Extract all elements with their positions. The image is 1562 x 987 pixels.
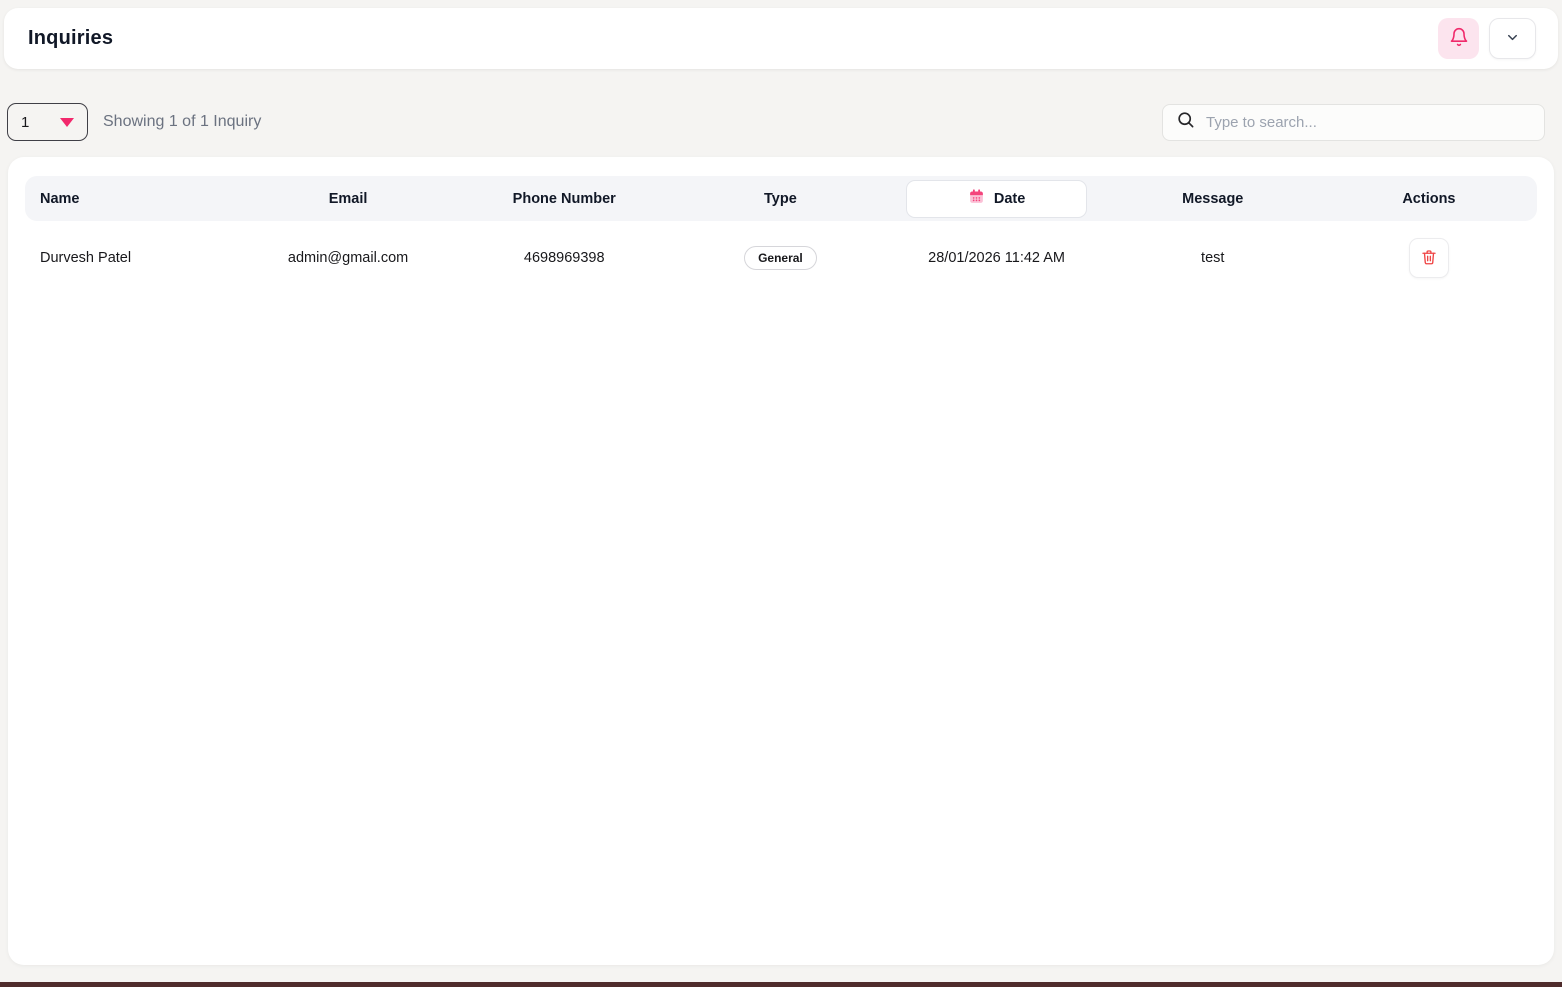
toolbar: 1 Showing 1 of 1 Inquiry: [7, 103, 1545, 141]
cell-phone: 4698969398: [456, 250, 672, 266]
notifications-button[interactable]: [1438, 18, 1479, 59]
delete-inquiry-button[interactable]: [1409, 238, 1449, 278]
calendar-icon: [968, 188, 985, 209]
bottom-accent-bar: [0, 982, 1562, 987]
column-header-message: Message: [1105, 191, 1321, 207]
column-header-date-cell: Date: [889, 180, 1105, 218]
table-header-row: Name Email Phone Number Type: [25, 176, 1537, 221]
header-actions: [1438, 18, 1536, 59]
cell-type: General: [672, 246, 888, 270]
trash-icon: [1420, 248, 1438, 269]
search-icon: [1176, 110, 1195, 134]
page-size-value: 1: [21, 114, 29, 131]
column-header-phone: Phone Number: [456, 191, 672, 207]
column-header-email: Email: [240, 191, 456, 207]
date-sort-button[interactable]: Date: [906, 180, 1087, 218]
search-box: [1162, 104, 1545, 141]
inquiries-table-card: Name Email Phone Number Type: [8, 157, 1554, 965]
page-title: Inquiries: [28, 27, 113, 50]
cell-date: 28/01/2026 11:42 AM: [889, 250, 1105, 266]
cell-actions: [1321, 238, 1537, 278]
column-header-actions: Actions: [1321, 191, 1537, 207]
cell-name: Durvesh Patel: [25, 250, 240, 266]
table-row: Durvesh Patel admin@gmail.com 4698969398…: [25, 221, 1537, 295]
header-bar: Inquiries: [4, 8, 1558, 69]
column-header-type: Type: [672, 191, 888, 207]
page-size-select[interactable]: 1: [7, 103, 88, 141]
search-input[interactable]: [1206, 114, 1531, 131]
cell-message: test: [1105, 250, 1321, 266]
cell-email: admin@gmail.com: [240, 250, 456, 266]
caret-down-icon: [60, 118, 74, 127]
chevron-down-icon: [1505, 30, 1520, 48]
bell-icon: [1449, 27, 1469, 50]
column-header-date: Date: [994, 191, 1025, 207]
column-header-name: Name: [25, 191, 240, 207]
results-count-text: Showing 1 of 1 Inquiry: [103, 113, 261, 131]
profile-menu-button[interactable]: [1489, 18, 1536, 59]
type-badge: General: [744, 246, 817, 270]
